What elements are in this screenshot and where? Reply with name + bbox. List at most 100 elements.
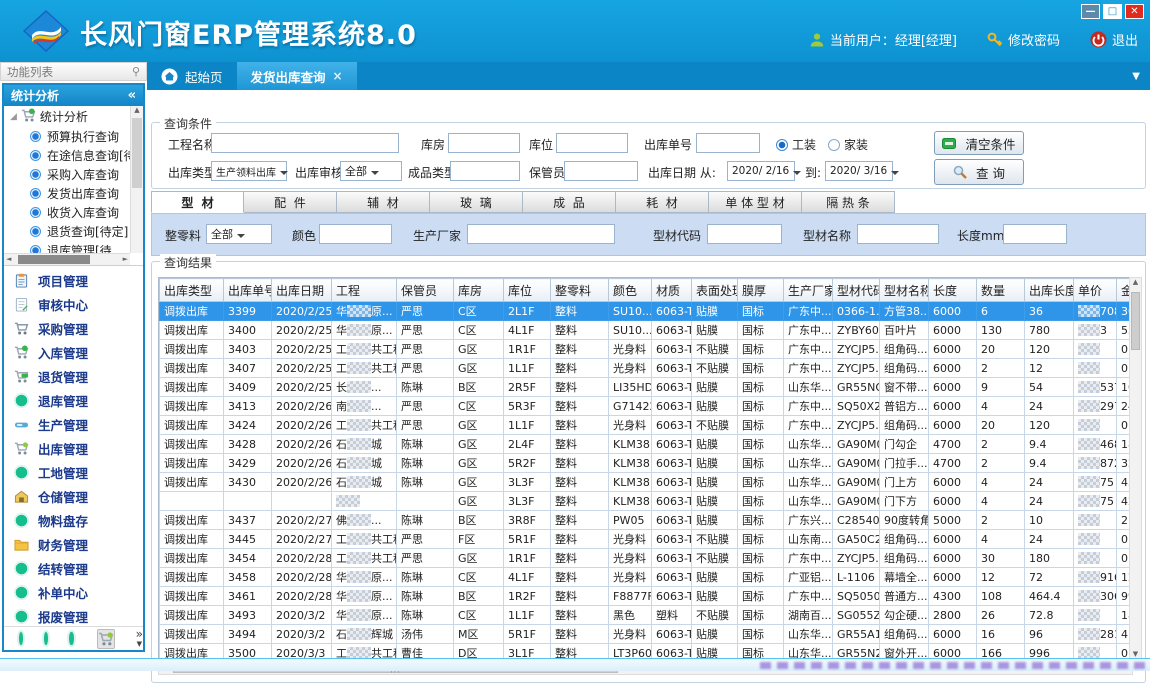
- tab-shipment-outbound-query[interactable]: 发货出库查询 ×: [237, 62, 357, 90]
- more-button[interactable]: »▼: [136, 630, 143, 648]
- out-type-select[interactable]: 生产领料出库: [211, 161, 287, 181]
- maximize-button[interactable]: □: [1103, 4, 1122, 19]
- collapse-icon[interactable]: «: [128, 88, 136, 103]
- tree-item[interactable]: 退货查询[待定]: [4, 222, 130, 241]
- sidebar-item-退库管理[interactable]: 退库管理: [4, 388, 143, 412]
- table-row[interactable]: G区3L3F整料KLM38176063-T5贴膜国标山东华...GA90M09.…: [160, 492, 1134, 511]
- table-row[interactable]: 调拨出库34292020/2/26石城陈琳G区5R2F整料KLM38176063…: [160, 454, 1134, 473]
- tree-vertical-scrollbar[interactable]: ▲: [130, 106, 143, 253]
- column-header[interactable]: 材质: [652, 279, 692, 302]
- radio-home[interactable]: 家装: [828, 136, 868, 153]
- tree-item[interactable]: 退库管理[待: [4, 241, 130, 253]
- table-row[interactable]: 调拨出库34942020/3/2石辉城汤伟M区5R1F整料光身料6063-T5贴…: [160, 625, 1134, 644]
- tab-close-icon[interactable]: ×: [333, 69, 343, 83]
- table-row[interactable]: 调拨出库34242020/2/26工共工程严思G区1L1F整料光身料6063-T…: [160, 416, 1134, 435]
- out-no-input[interactable]: [696, 133, 760, 153]
- pin-icon[interactable]: ⚲: [132, 65, 140, 78]
- close-button[interactable]: ✕: [1125, 4, 1144, 19]
- product-type-input[interactable]: [450, 161, 520, 181]
- tree-item[interactable]: 发货出库查询: [4, 184, 130, 203]
- sidebar-item-生产管理[interactable]: 生产管理: [4, 412, 143, 436]
- date-to-picker[interactable]: 2020/ 3/16: [825, 161, 893, 181]
- table-row[interactable]: 调拨出库34932020/3/2华原...陈琳C区1L1F整料黑色塑料不贴膜国标…: [160, 606, 1134, 625]
- material-tab-1[interactable]: 型 材: [151, 191, 244, 213]
- column-header[interactable]: 表面处理: [692, 279, 738, 302]
- expander-icon[interactable]: ◢: [10, 112, 17, 122]
- column-header[interactable]: 工程: [332, 279, 397, 302]
- logout-button[interactable]: 退出: [1090, 30, 1138, 49]
- column-header[interactable]: 出库单号: [224, 279, 272, 302]
- column-header[interactable]: 单价: [1074, 279, 1117, 302]
- sidebar-item-报废管理[interactable]: 报废管理: [4, 604, 143, 626]
- search-button[interactable]: 查 询: [934, 159, 1024, 185]
- cart-button[interactable]: [97, 629, 115, 649]
- keeper-input[interactable]: [564, 161, 638, 181]
- table-row[interactable]: 调拨出库34132020/2/26南...严思C区5R3F整料G71422606…: [160, 397, 1134, 416]
- sidebar-item-物料盘存[interactable]: 物料盘存: [4, 508, 143, 532]
- audit-select[interactable]: 全部: [340, 161, 402, 181]
- minimize-button[interactable]: —: [1081, 4, 1100, 19]
- maker-input[interactable]: [467, 224, 615, 244]
- length-input[interactable]: [1003, 224, 1067, 244]
- column-header[interactable]: 出库日期: [272, 279, 332, 302]
- table-vertical-scrollbar[interactable]: ▲▼: [1129, 277, 1142, 660]
- location-input[interactable]: [556, 133, 628, 153]
- sidebar-item-退货管理[interactable]: 退货管理: [4, 364, 143, 388]
- column-header[interactable]: 库位: [504, 279, 551, 302]
- tab-home[interactable]: 起始页: [147, 62, 237, 90]
- material-tab-7[interactable]: 单 体 型 材: [709, 191, 802, 213]
- tree-root-statistics[interactable]: ◢ 统计分析: [4, 106, 130, 127]
- sidebar-item-财务管理[interactable]: 财务管理: [4, 532, 143, 556]
- sidebar-item-采购管理[interactable]: 采购管理: [4, 316, 143, 340]
- sidebar-item-仓储管理[interactable]: 仓储管理: [4, 484, 143, 508]
- table-row[interactable]: 调拨出库34002020/2/25华原...严思C区4L1F整料SU10...6…: [160, 321, 1134, 340]
- tree-item[interactable]: 采购入库查询: [4, 165, 130, 184]
- sidebar-item-工地管理[interactable]: 工地管理: [4, 460, 143, 484]
- column-header[interactable]: 出库长度: [1025, 279, 1074, 302]
- column-header[interactable]: 颜色: [609, 279, 652, 302]
- material-tab-2[interactable]: 配 件: [244, 191, 337, 213]
- date-from-picker[interactable]: 2020/ 2/16: [727, 161, 795, 181]
- profile-code-input[interactable]: [707, 224, 782, 244]
- project-name-input[interactable]: [211, 133, 399, 153]
- change-password-button[interactable]: 修改密码: [987, 30, 1060, 49]
- sidebar-item-结转管理[interactable]: 结转管理: [4, 556, 143, 580]
- column-header[interactable]: 生产厂家: [784, 279, 833, 302]
- material-tab-3[interactable]: 辅 材: [337, 191, 430, 213]
- tree-horizontal-scrollbar[interactable]: ◄►: [4, 253, 130, 265]
- sidebar-item-出库管理[interactable]: 出库管理: [4, 436, 143, 460]
- sidebar-item-审核中心[interactable]: 审核中心: [4, 292, 143, 316]
- tree-item[interactable]: 预算执行查询: [4, 127, 130, 146]
- profile-name-input[interactable]: [857, 224, 939, 244]
- column-header[interactable]: 整零料: [551, 279, 609, 302]
- sidebar-item-项目管理[interactable]: 项目管理: [4, 268, 143, 292]
- whole-part-select[interactable]: 全部: [206, 224, 272, 244]
- table-row[interactable]: 调拨出库34452020/2/27工共工程严思F区5R1F整料光身料6063-T…: [160, 530, 1134, 549]
- sidebar-item-入库管理[interactable]: 入库管理: [4, 340, 143, 364]
- radio-industrial[interactable]: 工装: [776, 136, 816, 153]
- table-row[interactable]: 调拨出库34072020/2/25工共工程严思G区1L1F整料光身料6063-T…: [160, 359, 1134, 378]
- column-header[interactable]: 型材名称: [880, 279, 929, 302]
- table-row[interactable]: 调拨出库34282020/2/26石城陈琳G区2L4F整料KLM38176063…: [160, 435, 1134, 454]
- material-tab-6[interactable]: 耗 材: [616, 191, 709, 213]
- section-header-statistics[interactable]: 统计分析 «: [4, 85, 143, 106]
- table-row[interactable]: 调拨出库33992020/2/25华原...严思C区2L1F整料SU10...6…: [160, 302, 1134, 321]
- warehouse-input[interactable]: [448, 133, 520, 153]
- clear-conditions-button[interactable]: 清空条件: [934, 131, 1024, 155]
- tree-item[interactable]: 在途信息查询[待: [4, 146, 130, 165]
- column-header[interactable]: 型材代码: [833, 279, 880, 302]
- column-header[interactable]: 长度: [929, 279, 977, 302]
- column-header[interactable]: 出库类型: [160, 279, 224, 302]
- dot-icon[interactable]: [44, 632, 48, 645]
- column-header[interactable]: 库房: [454, 279, 504, 302]
- tab-list-caret-icon[interactable]: ▼: [1132, 71, 1140, 82]
- table-row[interactable]: 调拨出库34302020/2/26石城陈琳G区3L3F整料KLM38176063…: [160, 473, 1134, 492]
- dot-icon[interactable]: [69, 632, 73, 645]
- column-header[interactable]: 膜厚: [738, 279, 784, 302]
- column-header[interactable]: 保管员: [397, 279, 454, 302]
- table-row[interactable]: 调拨出库34092020/2/25长...陈琳B区2R5F整料LI35HD606…: [160, 378, 1134, 397]
- material-tab-5[interactable]: 成 品: [523, 191, 616, 213]
- table-row[interactable]: 调拨出库34542020/2/28工共工程严思G区1R1F整料光身料6063-T…: [160, 549, 1134, 568]
- color-input[interactable]: [319, 224, 392, 244]
- sidebar-item-补单中心[interactable]: 补单中心: [4, 580, 143, 604]
